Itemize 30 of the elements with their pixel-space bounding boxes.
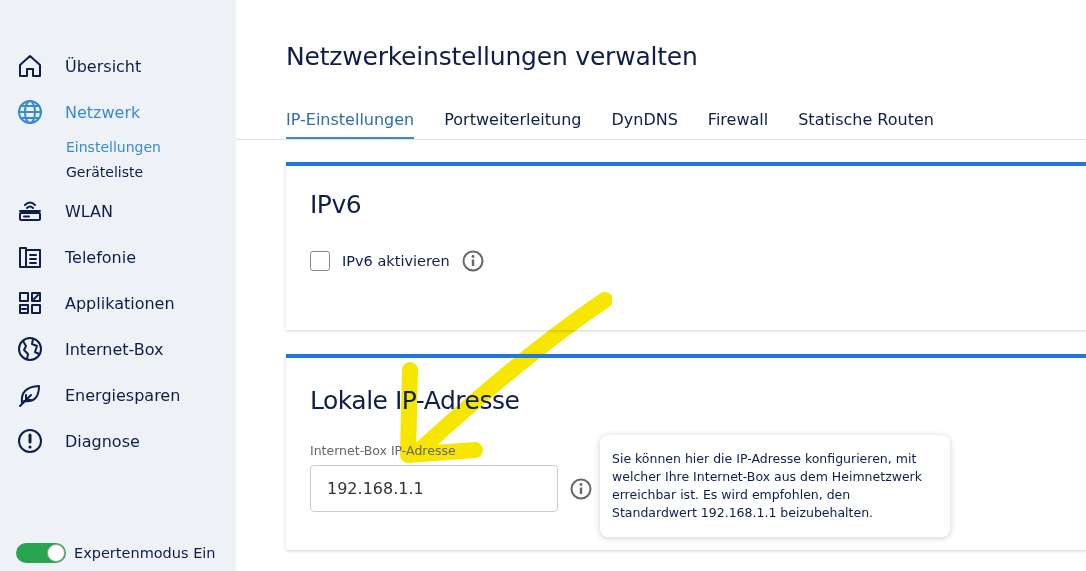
- checkbox-label: IPv6 aktivieren: [342, 253, 450, 269]
- tab[interactable]: Portweiterleitung: [444, 107, 582, 139]
- expert-mode-label: Expertenmodus Ein: [74, 545, 216, 561]
- sidebar-item[interactable]: Diagnose: [0, 418, 236, 464]
- tab[interactable]: IP-Einstellungen: [286, 107, 415, 139]
- card-title: IPv6: [310, 190, 363, 219]
- tooltip: Sie können hier die IP-Adresse konfigurieren, mit welcher Ihre Internet-Box aus dem Heimnetzwerk erreichbar ist. Es wird empfohlen, den Standardwert 192.168.1.1 beizubehalten.: [600, 435, 950, 537]
- globe-icon: [17, 336, 43, 362]
- sidebar-item[interactable]: Internet-Box: [0, 326, 236, 372]
- sidebar-item[interactable]: WLAN: [0, 188, 236, 234]
- sidebar-item[interactable]: Applikationen: [0, 280, 236, 326]
- checkbox[interactable]: [310, 251, 330, 271]
- expert-mode-toggle[interactable]: [16, 543, 66, 563]
- sidebar-item[interactable]: Telefonie: [0, 234, 236, 280]
- home-icon: [17, 53, 43, 79]
- tab[interactable]: DynDNS: [611, 107, 678, 139]
- phone-icon: [17, 244, 43, 270]
- sidebar-subitem[interactable]: Geräteliste: [66, 164, 236, 180]
- warning-icon: [17, 428, 43, 454]
- tab[interactable]: Statische Routen: [798, 107, 934, 139]
- grid-icon: [17, 290, 43, 316]
- page-title: Netzwerkeinstellungen verwalten: [286, 42, 699, 71]
- sidebar-item[interactable]: Übersicht: [0, 43, 236, 89]
- info-icon[interactable]: [570, 477, 592, 500]
- leaf-icon: [17, 382, 43, 408]
- info-icon[interactable]: [461, 250, 484, 272]
- globe-icon: [17, 99, 43, 125]
- ip-address-field[interactable]: 192.168.1.1: [310, 465, 558, 512]
- tab[interactable]: Firewall: [707, 107, 769, 139]
- sidebar-item[interactable]: Energiesparen: [0, 372, 236, 418]
